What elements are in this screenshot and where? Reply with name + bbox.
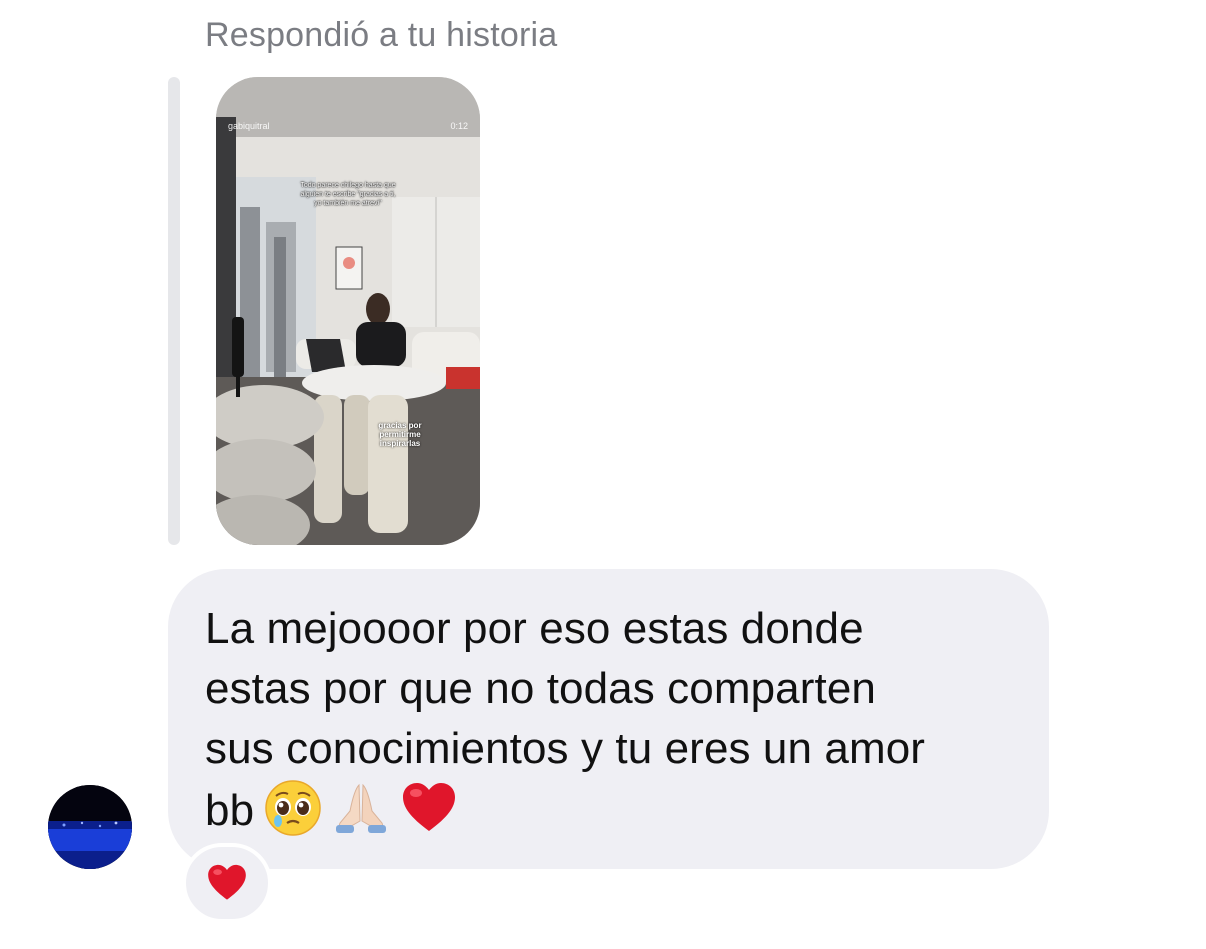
folded-hands-icon <box>332 779 390 837</box>
message-bubble[interactable]: La mejoooor por eso estas donde estas po… <box>168 569 1049 869</box>
story-reply-label: Respondió a tu historia <box>205 16 558 54</box>
story-caption-bottom: gracias por permitirme inspirarlas <box>378 421 422 448</box>
story-scene-image <box>216 77 480 545</box>
chat-view: Respondió a tu historia gabiquitral 0:12… <box>0 0 1206 949</box>
quote-indicator-bar <box>168 77 180 545</box>
red-heart-icon <box>400 779 458 837</box>
pleading-face-icon <box>264 779 322 837</box>
message-reaction[interactable] <box>182 843 272 923</box>
story-username: gabiquitral <box>228 121 270 131</box>
sender-avatar[interactable] <box>48 785 132 869</box>
story-caption-top: Todo parece chilego hasta que alguien te… <box>300 182 396 207</box>
story-timestamp: 0:12 <box>450 121 468 131</box>
red-heart-icon <box>208 864 246 900</box>
story-thumbnail[interactable]: gabiquitral 0:12 Todo parece chilego has… <box>216 77 480 545</box>
